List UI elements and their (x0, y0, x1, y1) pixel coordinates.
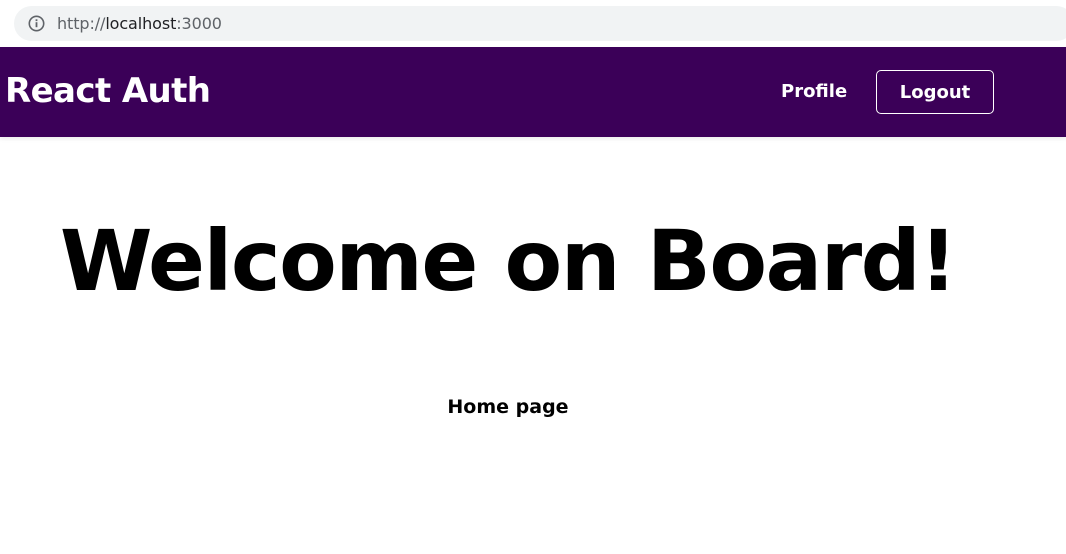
info-icon[interactable] (28, 15, 45, 32)
page-subtitle: Home page (447, 396, 569, 418)
logout-button[interactable]: Logout (876, 70, 994, 114)
page-title: Welcome on Board! (59, 212, 958, 310)
url-port: :3000 (176, 14, 222, 33)
address-bar[interactable]: http://localhost:3000 (14, 6, 1066, 41)
brand-link[interactable]: React Auth (5, 71, 211, 111)
browser-address-area: http://localhost:3000 (0, 0, 1066, 47)
profile-link[interactable]: Profile (781, 81, 847, 102)
url-host: localhost (105, 14, 177, 33)
navbar: React Auth Profile Logout (0, 47, 1066, 137)
url-text[interactable]: http://localhost:3000 (57, 14, 222, 33)
url-scheme: http:// (57, 14, 106, 33)
